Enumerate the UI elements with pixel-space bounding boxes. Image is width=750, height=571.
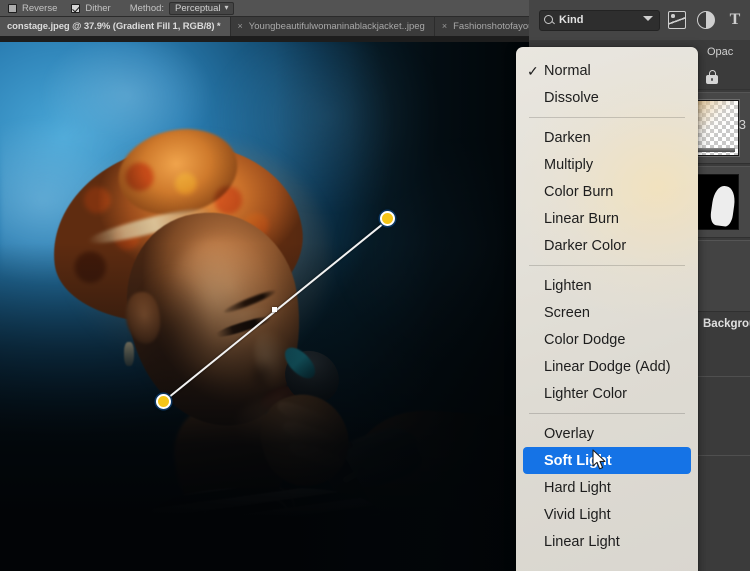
gradient-midpoint-marker[interactable] — [272, 307, 277, 312]
menu-item-label: Darker Color — [544, 237, 627, 254]
menu-item-darker-color[interactable]: Darker Color — [516, 232, 698, 259]
menu-item-label: Dissolve — [544, 89, 599, 106]
menu-item-darken[interactable]: Darken — [516, 124, 698, 151]
kind-filter-dropdown[interactable]: Kind — [539, 9, 660, 31]
menu-separator — [529, 413, 685, 414]
menu-item-label: Vivid Light — [544, 506, 611, 523]
menu-item-hard-light[interactable]: Hard Light — [516, 474, 698, 501]
menu-item-vivid-light[interactable]: Vivid Light — [516, 501, 698, 528]
menu-item-linear-dodge-add[interactable]: Linear Dodge (Add) — [516, 353, 698, 380]
search-icon — [544, 14, 555, 26]
tab-label: constage.jpeg @ 37.9% (Gradient Fill 1, … — [7, 21, 221, 32]
tab-constage[interactable]: constage.jpeg @ 37.9% (Gradient Fill 1, … — [0, 17, 231, 36]
gradient-end-handle[interactable] — [380, 211, 395, 226]
menu-item-label: Lighten — [544, 277, 592, 294]
method-dropdown[interactable]: Perceptual ▾ — [169, 1, 235, 15]
menu-item-lighten[interactable]: Lighten — [516, 272, 698, 299]
close-icon[interactable]: × — [238, 22, 243, 31]
layer-badge: 3 — [738, 117, 746, 132]
photo-vignette-right — [0, 42, 529, 571]
tab-label: Youngbeautifulwomaninablackjacket..jpeg — [248, 21, 425, 32]
menu-item-label: Linear Light — [544, 533, 620, 550]
menu-item-soft-light[interactable]: Soft Light — [523, 447, 691, 474]
photoshop-window: Reverse Dither Method: Perceptual ▾ cons… — [0, 0, 750, 571]
method-value: Perceptual — [175, 2, 221, 14]
menu-item-linear-light[interactable]: Linear Light — [516, 528, 698, 555]
layer-filter-row: Kind T — [529, 0, 750, 40]
menu-item-label: Color Dodge — [544, 331, 626, 348]
lock-icon[interactable] — [706, 69, 718, 84]
checkmark-icon: ✓ — [527, 62, 539, 79]
lock-keyhole — [711, 77, 713, 81]
menu-item-label: Screen — [544, 304, 590, 321]
close-icon[interactable]: × — [442, 22, 447, 31]
blend-mode-dropdown-menu[interactable]: ✓ Normal Dissolve Darken Multiply Color … — [516, 47, 698, 571]
menu-item-color-dodge[interactable]: Color Dodge — [516, 326, 698, 353]
filter-icon-group: T — [668, 11, 744, 29]
type-filter-icon[interactable]: T — [726, 11, 744, 29]
chevron-down-icon: ▾ — [224, 3, 229, 12]
menu-item-label: Darken — [544, 129, 591, 146]
thumbnail-figure — [709, 184, 737, 228]
menu-separator — [529, 265, 685, 266]
menu-item-normal[interactable]: ✓ Normal — [516, 57, 698, 84]
reverse-checkbox[interactable] — [8, 3, 17, 13]
menu-item-label: Multiply — [544, 156, 594, 173]
menu-item-overlay[interactable]: Overlay — [516, 420, 698, 447]
menu-item-label: Overlay — [544, 425, 594, 442]
menu-item-label: Color Burn — [544, 183, 614, 200]
menu-item-label: Hard Light — [544, 479, 611, 496]
tab-youngbeautifulwoman[interactable]: × Youngbeautifulwomaninablackjacket..jpe… — [231, 17, 435, 36]
chevron-down-icon — [643, 16, 653, 21]
menu-item-multiply[interactable]: Multiply — [516, 151, 698, 178]
gradient-start-handle[interactable] — [156, 394, 171, 409]
menu-item-screen[interactable]: Screen — [516, 299, 698, 326]
menu-item-color-burn[interactable]: Color Burn — [516, 178, 698, 205]
menu-item-label: Normal — [544, 62, 591, 79]
reverse-label: Reverse — [22, 2, 58, 14]
dither-label: Dither — [85, 2, 111, 14]
menu-item-label: Soft Light — [544, 452, 612, 469]
menu-item-dissolve[interactable]: Dissolve — [516, 84, 698, 111]
menu-item-label: Linear Burn — [544, 210, 619, 227]
menu-item-label: Linear Dodge (Add) — [544, 358, 671, 375]
layer-mask-bar — [693, 148, 735, 152]
opacity-label: Opac — [707, 46, 734, 58]
menu-separator — [529, 117, 685, 118]
kind-filter-value: Kind — [559, 14, 584, 26]
menu-item-lighter-color[interactable]: Lighter Color — [516, 380, 698, 407]
dither-checkbox-group[interactable]: Dither — [71, 2, 111, 14]
dither-checkbox[interactable] — [71, 3, 81, 13]
reverse-checkbox-group[interactable]: Reverse — [8, 3, 57, 14]
adjustment-filter-icon[interactable] — [697, 11, 715, 29]
menu-item-label: Lighter Color — [544, 385, 628, 402]
menu-item-linear-burn[interactable]: Linear Burn — [516, 205, 698, 232]
image-filter-icon[interactable] — [668, 11, 686, 29]
concert-singer-photo[interactable] — [0, 42, 529, 571]
method-label: Method: — [129, 2, 165, 14]
